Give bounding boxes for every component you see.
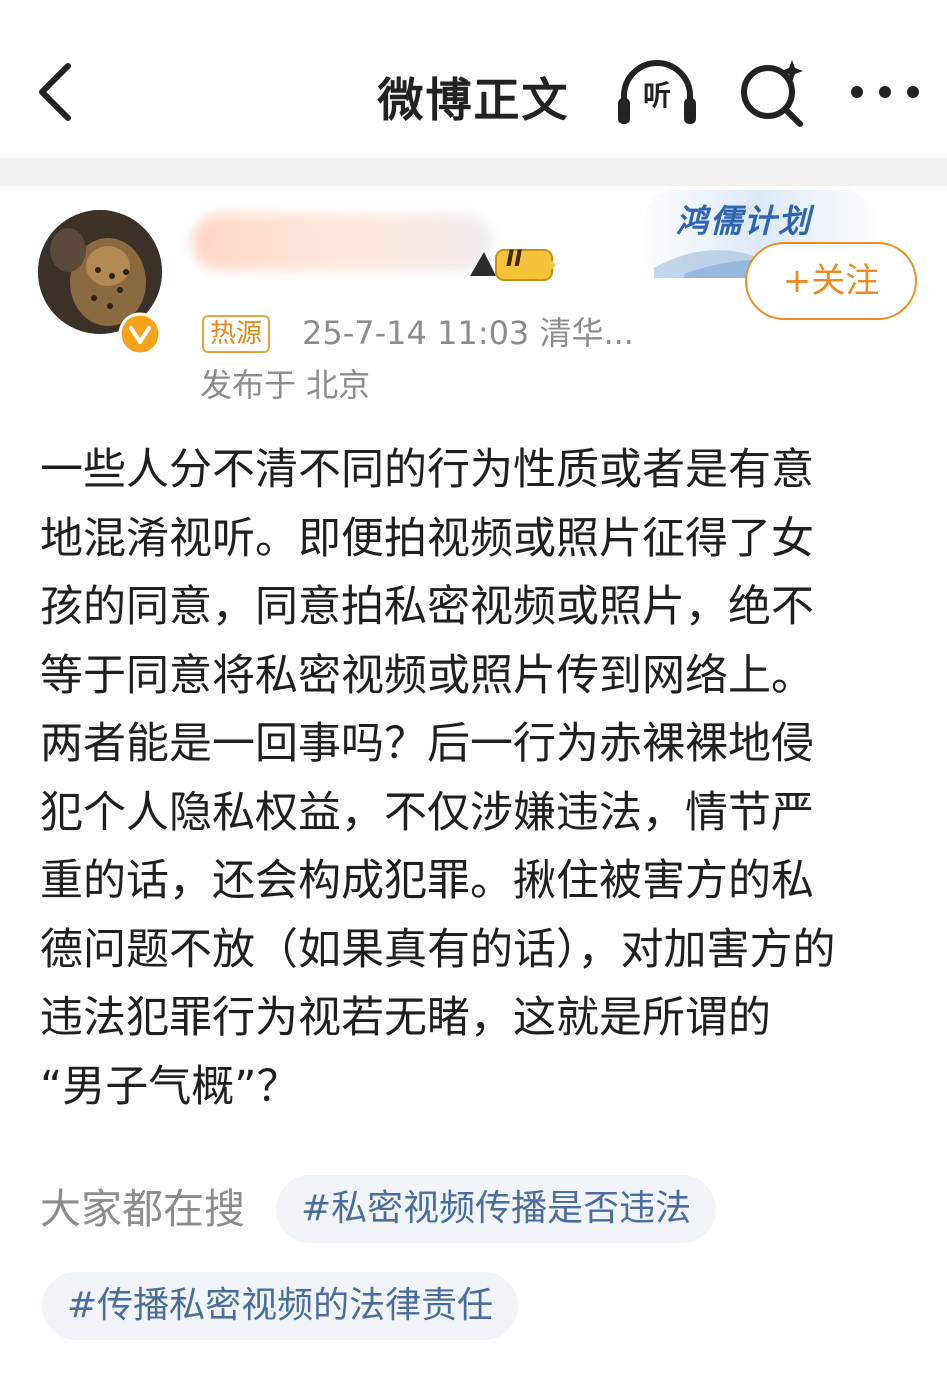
- level-badge-label: II: [506, 247, 523, 272]
- post-line: 等于同意将私密视频或照片传到网络上。: [40, 650, 814, 701]
- top-nav-bar: 微博正文 听: [0, 0, 947, 158]
- listen-label: 听: [642, 79, 671, 112]
- trending-search-label: 大家都在搜: [40, 1185, 245, 1233]
- post-line: 孩的同意，同意拍私密视频或照片，绝不: [40, 582, 814, 632]
- post-body: 一些人分不清不同的行为性质或者是有意 地混淆视听。即便拍视频或照片征得了女 孩的…: [40, 436, 920, 1121]
- section-divider: [0, 158, 947, 186]
- post-line: 两者能是一回事吗？后一行为赤裸裸地侵: [40, 719, 814, 769]
- hot-source-tag[interactable]: 热源: [202, 315, 271, 353]
- post-line: 一些人分不清不同的行为性质或者是有意: [40, 445, 814, 495]
- more-options-icon[interactable]: [848, 72, 922, 112]
- post-line: 犯个人隐私权益，不仅涉嫌违法，情节严: [40, 787, 814, 838]
- post-line: “男子气概”？: [40, 1061, 300, 1112]
- follow-button[interactable]: +关注: [745, 242, 917, 320]
- search-tag[interactable]: #传播私密视频的法律责任: [42, 1272, 519, 1340]
- verified-badge-icon: [118, 312, 162, 356]
- listen-button[interactable]: 听: [614, 58, 700, 128]
- post-meta: 25-7-14 11:03 清华...: [302, 314, 634, 352]
- post-line: 德问题不放（如果真有的话），对加害方的: [40, 924, 836, 975]
- post-location: 发布于 北京: [200, 366, 371, 404]
- username-blurred[interactable]: [192, 214, 492, 270]
- post-line: 地混淆视听。即便拍视频或照片征得了女: [40, 513, 814, 564]
- hongru-plan-label: 鸿儒计划: [676, 202, 813, 240]
- post-line: 重的话，还会构成犯罪。揪住被害方的私: [40, 856, 814, 906]
- search-tag[interactable]: #私密视频传播是否违法: [276, 1175, 717, 1243]
- post-line: 违法犯罪行为视若无睹，这就是所谓的: [40, 993, 771, 1043]
- search-icon[interactable]: [736, 56, 808, 128]
